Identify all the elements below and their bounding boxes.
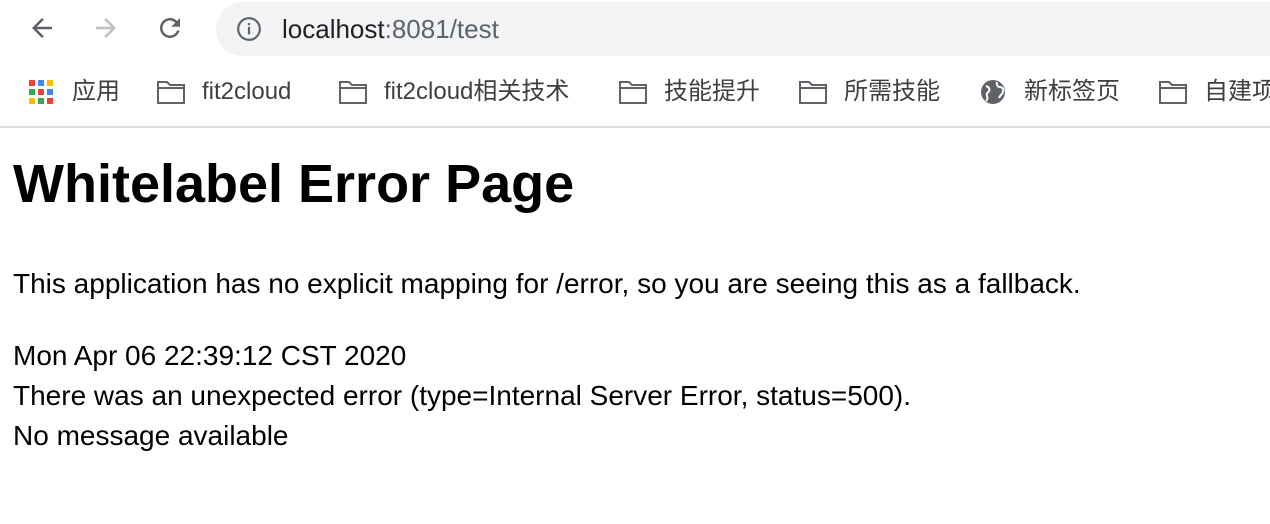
bookmark-label: 自建项 — [1204, 78, 1270, 105]
bookmark-folder-self-built[interactable]: 自建项 — [1158, 76, 1270, 108]
error-details: Mon Apr 06 22:39:12 CST 2020 There was a… — [13, 336, 911, 456]
arrow-left-icon — [32, 18, 52, 38]
bookmark-label: fit2cloud — [202, 78, 292, 105]
folder-icon — [339, 81, 367, 104]
bookmark-folder-fit2cloud[interactable]: fit2cloud — [156, 76, 291, 108]
bookmark-label: 所需技能 — [844, 78, 940, 105]
address-bar[interactable]: localhost:8081/test — [216, 2, 1270, 56]
bookmark-label: 技能提升 — [664, 78, 760, 105]
folder-icon — [1159, 81, 1187, 104]
bookmark-new-tab[interactable]: 新标签页 — [978, 76, 1120, 108]
reload-icon — [160, 18, 180, 38]
url-text[interactable]: localhost:8081/test — [282, 14, 499, 44]
page-content: Whitelabel Error Page This application h… — [0, 130, 1270, 524]
bookmark-folder-required-skills[interactable]: 所需技能 — [798, 76, 940, 108]
bookmark-label: 应用 — [72, 78, 120, 105]
back-button[interactable] — [24, 10, 60, 46]
bookmark-folder-fit2cloud-tech[interactable]: fit2cloud相关技术 — [338, 76, 569, 108]
bookmark-label: 新标签页 — [1024, 78, 1120, 105]
page-title: Whitelabel Error Page — [13, 154, 575, 214]
url-host: localhost — [282, 14, 385, 44]
forward-button[interactable] — [88, 10, 124, 46]
error-timestamp: Mon Apr 06 22:39:12 CST 2020 — [13, 340, 407, 371]
bookmark-folder-skill-up[interactable]: 技能提升 — [618, 76, 760, 108]
folder-icon — [157, 81, 185, 104]
error-type-line: There was an unexpected error (type=Inte… — [13, 380, 912, 411]
info-icon[interactable] — [236, 16, 262, 42]
apps-grid-icon — [29, 80, 53, 104]
folder-icon — [619, 81, 647, 104]
error-message: No message available — [13, 420, 289, 451]
browser-toolbar: localhost:8081/test — [0, 0, 1270, 58]
arrow-right-icon — [96, 18, 116, 38]
bookmark-apps[interactable]: 应用 — [26, 76, 120, 108]
globe-icon — [981, 80, 1005, 104]
error-description: This application has no explicit mapping… — [13, 268, 1081, 299]
bookmark-label: fit2cloud相关技术 — [384, 78, 570, 105]
reload-button[interactable] — [152, 10, 188, 46]
bookmarks-bar: 应用 fit2cloud fit2cloud相关技术 技能提升 所需技能 新标签… — [0, 58, 1270, 128]
folder-icon — [799, 81, 827, 104]
url-path: :8081/test — [384, 14, 499, 44]
